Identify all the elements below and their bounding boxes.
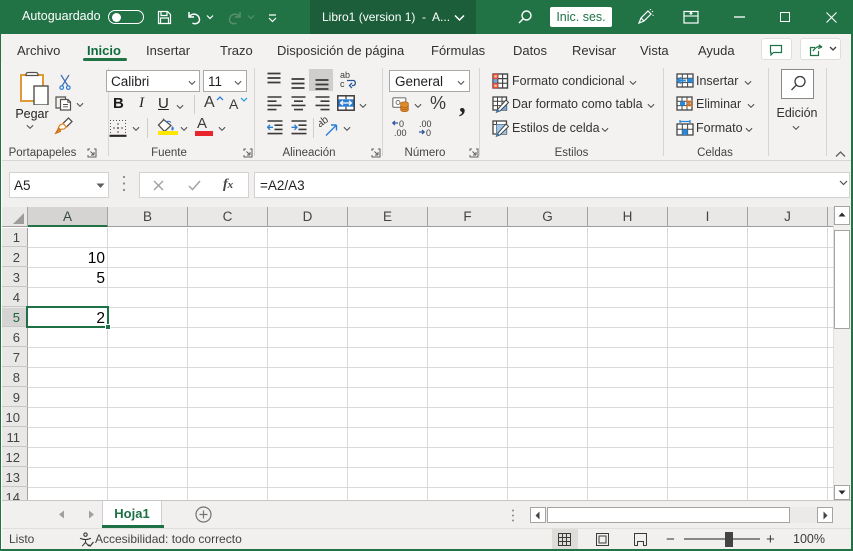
svg-text:.00: .00 — [394, 128, 407, 137]
svg-text:ab: ab — [319, 117, 331, 130]
svg-text:0: 0 — [426, 128, 431, 137]
svg-text:c: c — [340, 79, 345, 89]
